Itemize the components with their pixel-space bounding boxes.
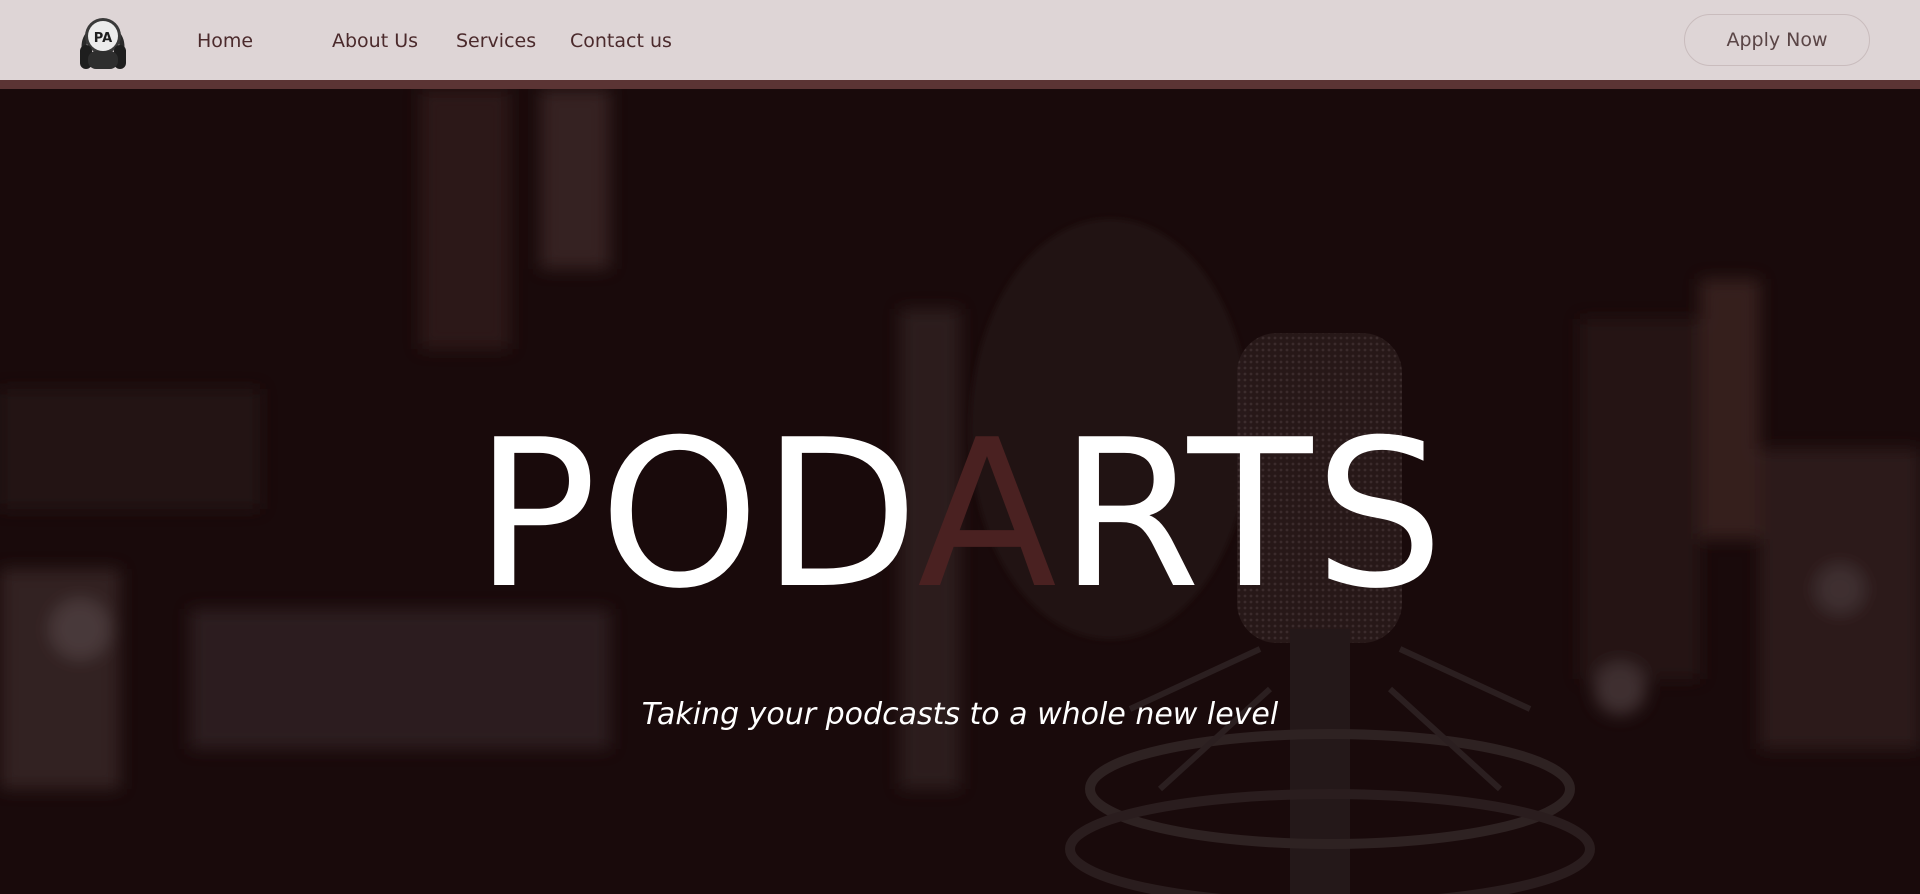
nav-about-link[interactable]: About Us — [332, 30, 418, 52]
nav-services-link[interactable]: Services — [456, 30, 536, 52]
hero-tagline: Taking your podcasts to a whole new leve… — [641, 697, 1279, 732]
hero-title-part1: POD — [474, 397, 918, 634]
hero-title: PODARTS — [0, 414, 1920, 618]
hero-title-accent: A — [917, 397, 1059, 634]
svg-text:PA: PA — [94, 31, 112, 46]
site-header: PA Home About Us Services Contact us App… — [0, 0, 1920, 80]
header-divider — [0, 80, 1920, 89]
nav-home-link[interactable]: Home — [197, 30, 253, 52]
nav-contact-link[interactable]: Contact us — [570, 30, 672, 52]
apply-now-button[interactable]: Apply Now — [1684, 14, 1870, 66]
hero-title-part2: RTS — [1058, 397, 1446, 634]
hero-section: PODARTS Taking your podcasts to a whole … — [0, 89, 1920, 894]
headphones-logo-icon[interactable]: PA — [78, 11, 128, 75]
